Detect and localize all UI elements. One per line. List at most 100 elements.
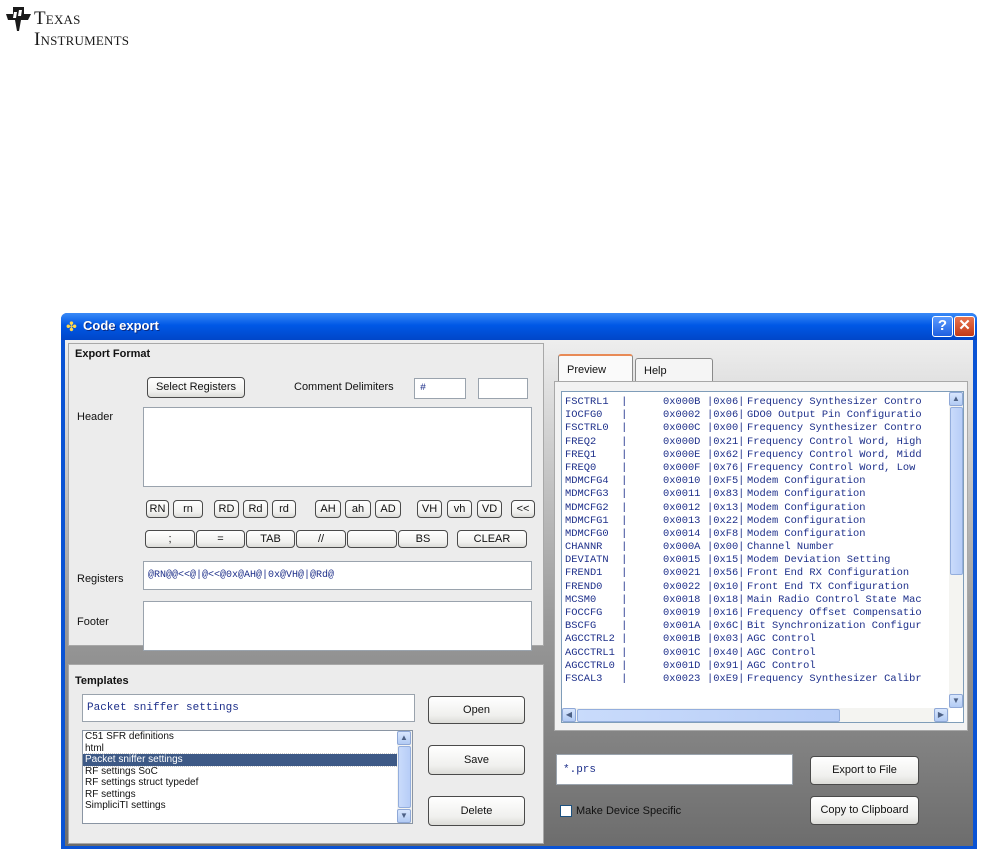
window-title: Code export: [83, 318, 159, 333]
export-to-file-button[interactable]: Export to File: [810, 756, 919, 785]
row-description: Modem Configuration: [747, 475, 866, 488]
row-register-name: MDMCFG0 |: [565, 527, 628, 540]
chevron-up-icon[interactable]: ▲: [949, 392, 963, 406]
tab-preview[interactable]: Preview: [558, 354, 633, 382]
token-button-rn-upper[interactable]: RN: [146, 500, 169, 518]
row-value: |0x6C|: [707, 620, 745, 633]
comment-delimiter-1-input[interactable]: #: [414, 378, 466, 399]
row-value: |0x00|: [707, 541, 745, 554]
token-button-semicolon[interactable]: ;: [145, 530, 195, 548]
registers-label: Registers: [77, 573, 124, 585]
preview-row: IOCFG0 | 0x0002 |0x06| GDO0 Output Pin Conf…: [562, 409, 950, 422]
template-list[interactable]: C51 SFR definitions html Packet sniffer …: [82, 730, 413, 824]
token-button-ah-upper[interactable]: AH: [315, 500, 341, 518]
token-button-shift-left[interactable]: <<: [511, 500, 535, 518]
file-filter-input[interactable]: *.prs: [556, 754, 793, 785]
copy-to-clipboard-button[interactable]: Copy to Clipboard: [810, 796, 919, 825]
template-list-scrollbar[interactable]: ▲ ▼: [397, 731, 412, 823]
token-button-rn-lower[interactable]: rn: [173, 500, 203, 518]
preview-row: AGCCTRL2 | 0x001B |0x03| AGC Control: [562, 633, 950, 646]
texas-instruments-logo: Texas Instruments: [4, 4, 214, 56]
row-address: 0x0019: [663, 607, 701, 619]
list-item-selected[interactable]: Packet sniffer settings: [83, 753, 412, 767]
chevron-down-icon[interactable]: ▼: [397, 809, 411, 823]
token-button-vd[interactable]: VD: [477, 500, 502, 518]
row-value: |0x10|: [707, 580, 745, 593]
comment-delimiter-2-input[interactable]: [478, 378, 528, 399]
row-address: 0x0023: [663, 672, 701, 685]
row-register-name: FREQ1 |: [565, 448, 628, 461]
row-value: |0x62|: [707, 448, 745, 461]
preview-row: FSCTRL1 | 0x000B |0x06| Frequency Synthesiz…: [562, 396, 950, 409]
delete-template-button[interactable]: Delete: [428, 796, 525, 826]
title-bar[interactable]: ✤ Code export ? ✕: [61, 313, 977, 340]
row-address: 0x001A: [663, 620, 701, 633]
chevron-up-icon[interactable]: ▲: [397, 731, 411, 745]
close-button[interactable]: ✕: [954, 316, 975, 337]
row-description: Frequency Control Word, High: [747, 435, 922, 448]
token-button-rd-mixed[interactable]: Rd: [243, 500, 268, 518]
row-register-name: FSCTRL1 |: [565, 396, 628, 408]
list-item[interactable]: RF settings struct typedef: [83, 777, 412, 789]
preview-row: FREND1 | 0x0021 |0x56| Front End RX Configu…: [562, 567, 950, 580]
row-value: |0x03|: [707, 633, 745, 646]
row-address: 0x000B: [663, 396, 701, 408]
preview-row: FREQ1 | 0x000E |0x62| Frequency Control Wor…: [562, 449, 950, 462]
row-description: Bit Synchronization Configur: [747, 620, 922, 633]
row-register-name: FOCCFG |: [565, 607, 628, 619]
token-button-comment[interactable]: //: [296, 530, 346, 548]
preview-vertical-thumb[interactable]: [950, 407, 963, 575]
token-button-rd-upper[interactable]: RD: [214, 500, 239, 518]
list-item[interactable]: C51 SFR definitions: [83, 731, 412, 743]
list-item[interactable]: html: [83, 743, 412, 755]
token-button-tab[interactable]: TAB: [246, 530, 295, 548]
header-textarea[interactable]: [143, 407, 532, 487]
chevron-down-icon[interactable]: ▼: [949, 694, 963, 708]
preview-row: AGCCTRL0 | 0x001D |0x91| AGC Control: [562, 660, 950, 673]
select-registers-button[interactable]: Select Registers: [147, 377, 245, 398]
make-device-specific-checkbox[interactable]: [560, 805, 572, 817]
preview-row: AGCCTRL1 | 0x001C |0x40| AGC Control: [562, 647, 950, 660]
header-label: Header: [77, 411, 114, 423]
token-button-backspace[interactable]: BS: [398, 530, 448, 548]
logo-line-2: Instruments: [34, 29, 130, 50]
row-description: AGC Control: [747, 646, 816, 659]
chevron-right-icon[interactable]: ▶: [934, 708, 948, 722]
row-value: |0x00|: [707, 422, 745, 435]
preview-text-area[interactable]: FSCTRL1 | 0x000B |0x06| Frequency Synthesiz…: [561, 391, 964, 723]
templates-title: Templates: [75, 675, 129, 687]
save-template-button[interactable]: Save: [428, 745, 525, 775]
row-value: |0xF8|: [707, 527, 745, 540]
help-button[interactable]: ?: [932, 316, 953, 337]
chevron-left-icon[interactable]: ◀: [562, 708, 576, 722]
logo-line-1: Texas: [34, 8, 81, 29]
scroll-thumb[interactable]: [398, 746, 411, 808]
registers-input[interactable]: @RN@@<<@|@<<@0x@AH@|0x@VH@|@Rd@: [143, 561, 532, 590]
token-button-equals[interactable]: =: [196, 530, 245, 548]
row-value: |0x21|: [707, 435, 745, 448]
row-address: 0x0014: [663, 527, 701, 540]
row-register-name: MDMCFG1 |: [565, 514, 628, 527]
list-item[interactable]: SimpliciTI settings: [83, 800, 412, 812]
list-item[interactable]: RF settings: [83, 789, 412, 801]
list-item[interactable]: RF settings SoC: [83, 766, 412, 778]
preview-horizontal-thumb[interactable]: [577, 709, 840, 722]
template-name-input[interactable]: Packet sniffer settings: [82, 694, 415, 722]
row-description: Frequency Offset Compensatio: [747, 607, 922, 619]
token-button-space[interactable]: [347, 530, 397, 548]
preview-vertical-scrollbar[interactable]: ▲ ▼: [949, 392, 963, 708]
footer-textarea[interactable]: [143, 601, 532, 651]
preview-horizontal-scrollbar[interactable]: ◀ ▶: [562, 708, 949, 722]
token-button-ah-lower[interactable]: ah: [345, 500, 371, 518]
row-description: Modem Configuration: [747, 501, 866, 514]
token-button-rd-lower[interactable]: rd: [272, 500, 296, 518]
open-template-button[interactable]: Open: [428, 696, 525, 724]
token-button-vh-lower[interactable]: vh: [447, 500, 472, 518]
tab-help[interactable]: Help: [635, 358, 713, 382]
token-button-ad[interactable]: AD: [375, 500, 401, 518]
row-address: 0x000F: [663, 461, 701, 474]
row-description: Modem Deviation Setting: [747, 554, 891, 567]
token-button-vh-upper[interactable]: VH: [417, 500, 442, 518]
token-button-clear[interactable]: CLEAR: [457, 530, 527, 548]
row-address: 0x0018: [663, 593, 701, 606]
